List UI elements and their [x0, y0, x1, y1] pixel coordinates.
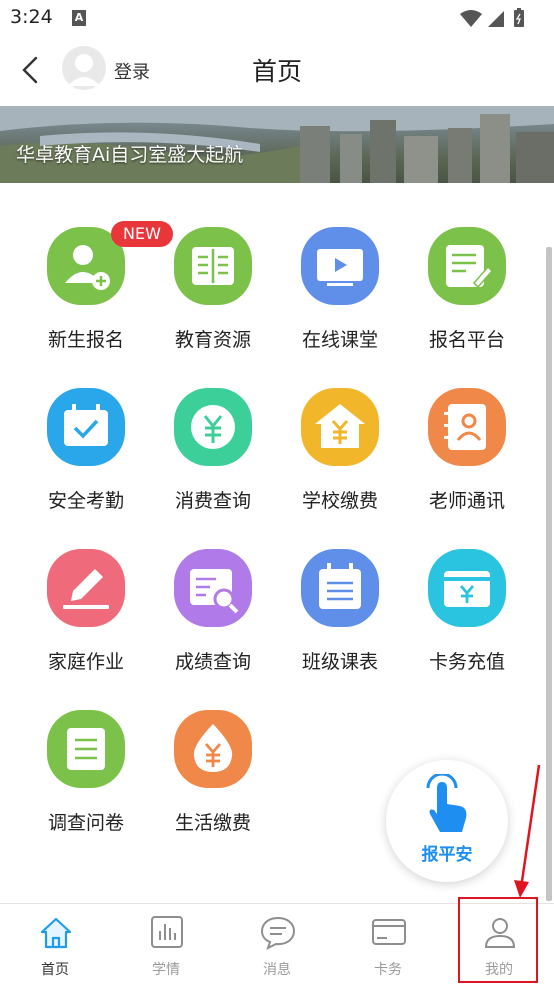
edit-form-icon: [428, 227, 506, 305]
new-badge: NEW: [111, 221, 173, 247]
nav-card[interactable]: 卡务: [333, 904, 443, 984]
scrollbar[interactable]: [546, 247, 552, 901]
grid-item-new-student[interactable]: NEW 新生报名: [24, 183, 173, 351]
grid-item-grades[interactable]: 成绩查询: [151, 505, 271, 673]
water-drop-yuan-icon: [174, 710, 252, 788]
yuan-coin-icon: [174, 388, 252, 466]
wifi-icon: [460, 10, 482, 27]
nav-label: 消息: [263, 962, 291, 978]
report-safe-button[interactable]: 报平安: [386, 760, 508, 882]
nav-label: 卡务: [374, 962, 402, 978]
card-icon: [372, 919, 406, 945]
report-search-icon: [174, 549, 252, 627]
grid-item-survey[interactable]: 调查问卷: [24, 666, 144, 834]
nav-home[interactable]: 首页: [0, 904, 110, 984]
status-bar: 3:24 A: [0, 0, 554, 36]
status-icons: [458, 8, 538, 32]
nav-label: 学情: [152, 962, 180, 978]
nav-study[interactable]: 学情: [111, 904, 221, 984]
nav-messages[interactable]: 消息: [222, 904, 332, 984]
grid-item-school-fee[interactable]: 学校缴费: [278, 344, 398, 512]
grid-item-timetable[interactable]: 班级课表: [278, 505, 398, 673]
grid-item-teacher-contacts[interactable]: 老师通讯: [405, 344, 525, 512]
calendar-check-icon: [47, 388, 125, 466]
questionnaire-icon: [47, 710, 125, 788]
video-icon: [301, 227, 379, 305]
grid-item-homework[interactable]: 家庭作业: [24, 505, 144, 673]
status-time: 3:24: [10, 6, 53, 28]
banner[interactable]: 华卓教育Ai自习室盛大起航: [0, 106, 554, 183]
grid-item-utilities[interactable]: 生活缴费: [151, 666, 271, 834]
school-yuan-icon: [301, 388, 379, 466]
grid-item-label: 调查问卷: [47, 812, 124, 834]
notification-icon: A: [72, 10, 86, 26]
nav-label: 首页: [41, 962, 69, 978]
bar-chart-icon: [151, 916, 183, 948]
page-title: 首页: [251, 57, 302, 86]
grid-item-label: 卡务充值: [428, 651, 505, 673]
grid-item-card-recharge[interactable]: 卡务充值: [405, 505, 525, 673]
contact-book-icon: [428, 388, 506, 466]
highlight-box: [458, 897, 538, 983]
pencil-icon: [47, 549, 125, 627]
app-header: 登录 首页: [0, 36, 554, 106]
schedule-icon: [301, 549, 379, 627]
banner-text: 华卓教育Ai自习室盛大起航: [16, 144, 244, 166]
home-icon: [40, 917, 72, 949]
grid-item-online-class[interactable]: 在线课堂: [278, 183, 398, 351]
battery-icon: [514, 8, 524, 27]
grid-item-label: 生活缴费: [174, 812, 251, 834]
chat-bubble-icon: [260, 916, 296, 950]
grid-item-enroll-platform[interactable]: 报名平台: [405, 183, 525, 351]
grid-item-education-resources[interactable]: 教育资源: [151, 183, 271, 351]
grid-item-attendance[interactable]: 安全考勤: [24, 344, 144, 512]
report-safe-label: 报平安: [421, 845, 473, 865]
book-icon: [174, 227, 252, 305]
card-yuan-icon: [428, 549, 506, 627]
grid-item-label: 班级课表: [301, 651, 378, 673]
grid-item-consumption[interactable]: 消费查询: [151, 344, 271, 512]
tap-hand-icon: [426, 774, 467, 832]
signal-icon: [488, 11, 504, 27]
